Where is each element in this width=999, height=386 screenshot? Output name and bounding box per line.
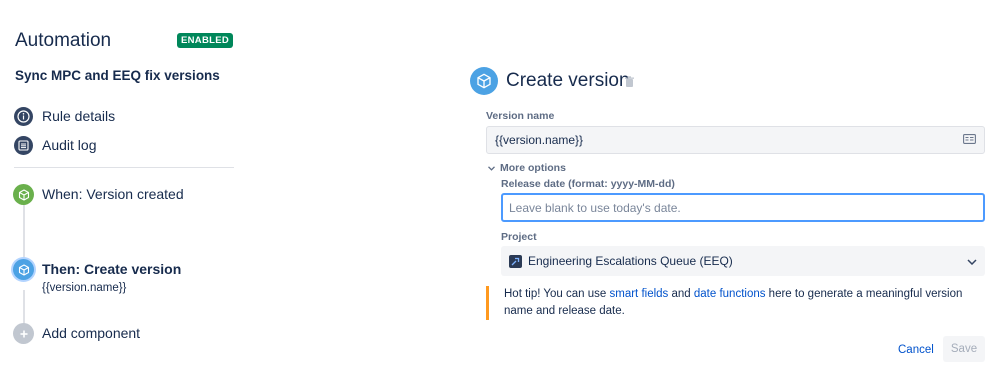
hot-tip-message: Hot tip! You can use smart fields and da… [486,286,985,320]
flow-connector [23,204,25,260]
sidebar-item-label: Audit log [42,137,97,153]
trash-icon[interactable] [624,75,635,93]
sidebar-item-rule-details[interactable]: Rule details [14,106,115,126]
project-label: Project [501,231,537,243]
cube-icon [13,259,34,280]
cube-icon [470,67,498,95]
page-title: Automation [15,30,112,51]
smart-value-icon[interactable] [963,133,976,147]
flow-connector [23,290,25,324]
cancel-button[interactable]: Cancel [890,338,942,362]
status-badge: ENABLED [177,33,234,48]
list-icon [14,135,33,155]
flow-step-action[interactable]: Then: Create version [13,259,181,280]
flow-step-label: Then: Create version [42,261,182,277]
save-button[interactable]: Save [943,336,985,362]
info-icon [14,106,33,126]
flow-step-trigger[interactable]: When: Version created [13,184,184,205]
project-select[interactable]: Engineering Escalations Queue (EEQ) [501,246,985,276]
cube-icon [13,184,34,205]
tip-text: and [668,288,694,300]
release-date-input[interactable] [501,193,985,222]
project-icon [509,254,522,268]
sidebar-item-audit-log[interactable]: Audit log [14,135,96,155]
date-functions-link[interactable]: date functions [694,288,766,300]
add-component-label: Add component [42,325,141,341]
flow-step-label: When: Version created [42,186,184,202]
sidebar-item-label: Rule details [42,108,116,124]
chevron-down-icon [967,254,977,268]
version-name-label: Version name [486,110,555,122]
version-name-field[interactable]: {{version.name}} [486,126,985,154]
sidebar-divider [14,167,234,168]
version-name-value: {{version.name}} [495,133,584,147]
smart-fields-link[interactable]: smart fields [610,288,669,300]
panel-title: Create version [506,70,630,91]
plus-icon [13,323,34,344]
more-options-toggle[interactable]: More options [488,162,566,174]
more-options-label: More options [500,162,566,174]
tip-text: Hot tip! You can use [504,288,610,300]
chevron-down-icon [488,162,495,174]
project-value: Engineering Escalations Queue (EEQ) [528,254,733,268]
rule-name: Sync MPC and EEQ fix versions [15,68,220,83]
add-component-button[interactable]: Add component [13,323,140,344]
release-date-label: Release date (format: yyyy-MM-dd) [501,178,675,190]
flow-step-sublabel: {{version.name}} [42,282,127,294]
